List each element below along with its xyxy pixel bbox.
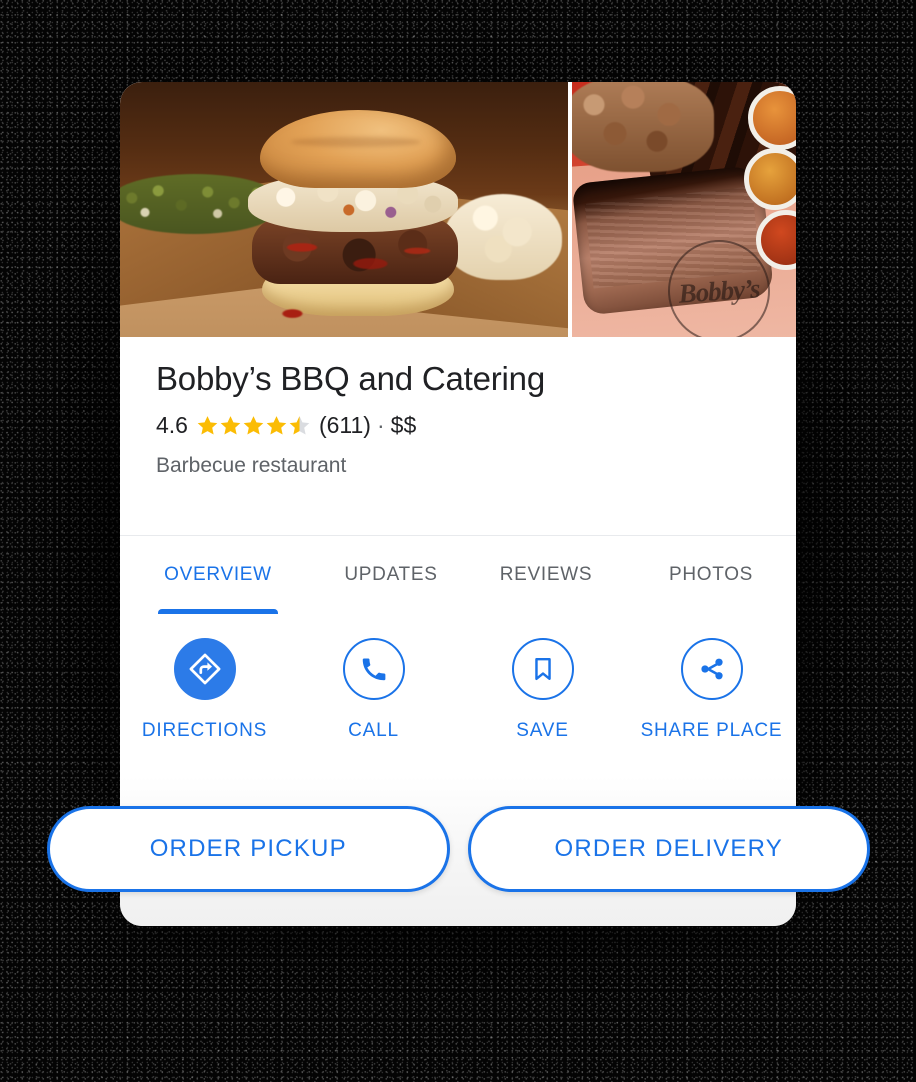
photo-bbq-sauce <box>266 230 446 288</box>
action-call-label: CALL <box>348 720 399 741</box>
share-icon-button[interactable] <box>680 638 743 700</box>
order-delivery-button[interactable]: ORDER DELIVERY <box>467 806 870 892</box>
logo-stamp-text: Bobby’s <box>677 272 761 309</box>
action-share[interactable]: SHARE PLACE <box>627 638 796 742</box>
screenshot-stage: Bobby’s Bobby’s BBQ and Catering 4.6 (61… <box>0 0 916 1082</box>
action-save[interactable]: SAVE <box>458 638 627 742</box>
call-icon-button[interactable] <box>342 638 405 700</box>
place-category: Barbecue restaurant <box>156 454 347 477</box>
action-share-label: SHARE PLACE <box>640 720 783 741</box>
order-button-row: ORDER PICKUP ORDER DELIVERY <box>47 806 870 892</box>
order-pickup-button[interactable]: ORDER PICKUP <box>47 806 450 892</box>
photo-gallery[interactable]: Bobby’s <box>120 82 796 337</box>
save-icon-button[interactable] <box>511 638 574 700</box>
star-icon-full <box>220 415 241 435</box>
review-count: (611) <box>318 412 371 438</box>
star-icon-half <box>289 415 310 435</box>
tab-updates[interactable]: UPDATES <box>316 536 466 614</box>
phone-icon <box>362 658 385 681</box>
star-icon-full <box>243 415 264 435</box>
star-icon-full <box>197 415 218 435</box>
tab-bar: OVERVIEW UPDATES REVIEWS PHOTOS <box>120 536 796 614</box>
action-directions-label: DIRECTIONS <box>141 720 268 741</box>
action-bar: DIRECTIONS CALL SAVE SHARE PLACE <box>120 614 796 742</box>
star-icon-full <box>266 415 287 435</box>
page-title: Bobby’s BBQ and Catering <box>156 360 545 397</box>
action-directions[interactable]: DIRECTIONS <box>120 638 289 742</box>
price-level: $$ <box>390 412 417 438</box>
rating-value: 4.6 <box>156 412 188 438</box>
share-icon <box>700 658 723 680</box>
photo-bbq-sandwich[interactable] <box>120 82 568 337</box>
tab-overview-label: OVERVIEW <box>164 564 272 585</box>
place-info: Bobby’s BBQ and Catering 4.6 (611) · $$ <box>120 337 796 479</box>
rating-row: 4.6 (611) · $$ <box>156 411 760 439</box>
tab-photos[interactable]: PHOTOS <box>626 536 796 614</box>
photo-potato-salad <box>444 194 562 280</box>
meta-separator: · <box>376 412 385 438</box>
tab-reviews[interactable]: REVIEWS <box>466 536 626 614</box>
tab-updates-label: UPDATES <box>344 564 438 585</box>
rating-stars <box>196 414 311 437</box>
directions-icon <box>189 653 220 685</box>
tab-photos-label: PHOTOS <box>668 564 754 585</box>
photo-sauce-drip <box>270 304 326 328</box>
place-card: Bobby’s Bobby’s BBQ and Catering 4.6 (61… <box>120 82 796 926</box>
directions-icon-button[interactable] <box>173 638 236 700</box>
bookmark-icon <box>534 657 551 681</box>
action-call[interactable]: CALL <box>289 638 458 742</box>
photo-pulled-meat <box>572 82 714 172</box>
photo-brisket-tray[interactable]: Bobby’s <box>572 82 796 337</box>
tab-reviews-label: REVIEWS <box>499 564 593 585</box>
action-save-label: SAVE <box>516 720 569 741</box>
tab-overview[interactable]: OVERVIEW <box>120 536 316 614</box>
